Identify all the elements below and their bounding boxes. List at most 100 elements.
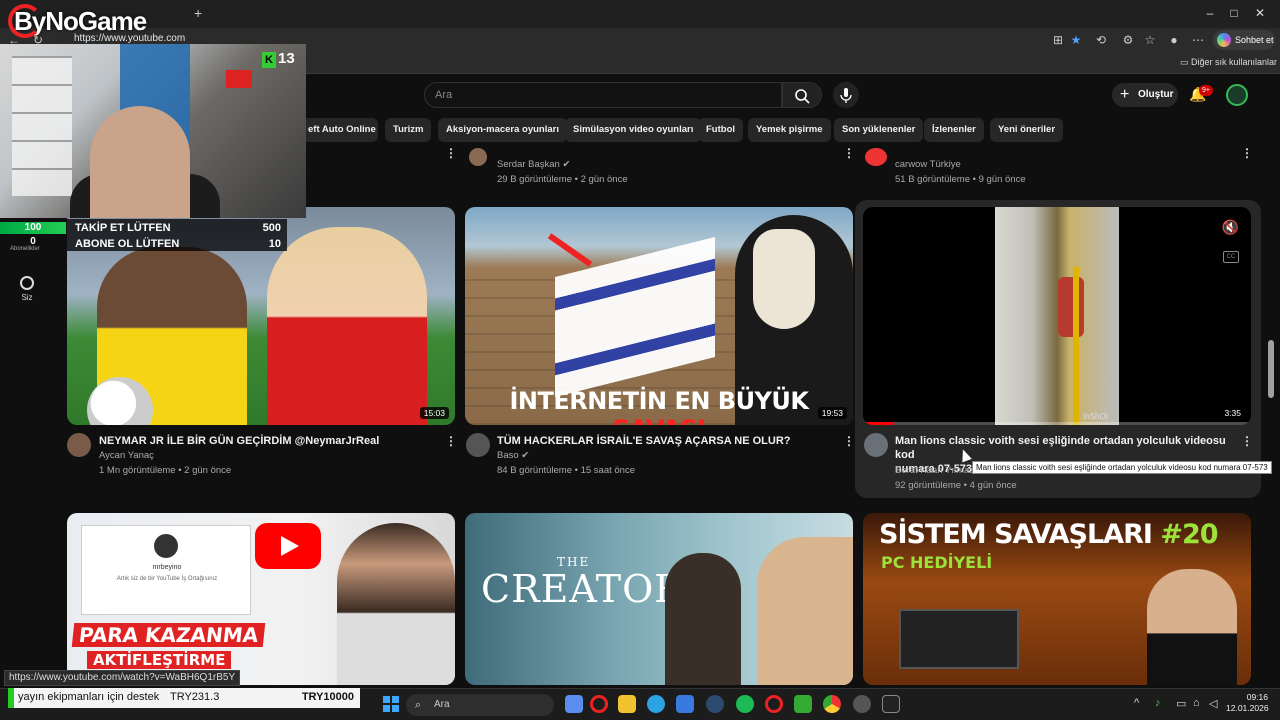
extensions-icon[interactable]: ⟲	[1093, 32, 1109, 48]
video-title[interactable]: NEYMAR JR İLE BİR GÜN GEÇİRDİM @NeymarJr…	[99, 434, 439, 448]
tray-chevron-icon[interactable]: ^	[1134, 697, 1139, 709]
channel-avatar[interactable]	[469, 148, 487, 166]
task-view-icon[interactable]	[565, 695, 583, 713]
preview-progress-fill	[863, 422, 895, 425]
score-overlay: 100 0	[0, 222, 66, 247]
taskbar-search[interactable]: ⌕ Ara	[406, 694, 554, 716]
caption-red: SAVAŞI	[613, 415, 706, 425]
create-button[interactable]: + Oluştur	[1112, 83, 1178, 107]
donation-current: TRY231.3	[170, 691, 220, 703]
close-icon[interactable]: ✕	[1250, 6, 1270, 20]
microphone-icon	[840, 88, 852, 103]
minimize-icon[interactable]: –	[1200, 6, 1220, 20]
edge-icon[interactable]	[647, 695, 665, 713]
sidebar-item-you[interactable]: Siz	[14, 276, 40, 302]
channel-avatar[interactable]	[864, 433, 888, 457]
channel-avatar[interactable]	[67, 433, 91, 457]
settings-icon[interactable]: ⚙	[1120, 32, 1136, 48]
chrome-icon[interactable]	[823, 695, 841, 713]
preview-progress-bar[interactable]	[863, 422, 1251, 425]
scrollbar-thumb[interactable]	[1268, 340, 1274, 398]
chip[interactable]: Aksiyon-macera oyunları	[438, 118, 567, 142]
channel-avatar[interactable]	[865, 148, 887, 166]
pc-image	[899, 609, 1019, 669]
channel-name[interactable]: Berat Kaan Yılmaz	[895, 465, 974, 476]
more-options-icon[interactable]: ⋮	[445, 434, 457, 448]
video-meta: 51 B görüntüleme • 9 gün önce	[895, 174, 1026, 185]
favorite-star-icon[interactable]: ★	[1068, 32, 1084, 48]
more-options-icon[interactable]: ⋮	[843, 434, 855, 448]
video-title[interactable]: TÜM HACKERLAR İSRAİL'E SAVAŞ AÇARSA NE O…	[497, 434, 837, 448]
account-avatar[interactable]	[1226, 84, 1248, 106]
thumbnail-caption: AKTİFLEŞTİRME	[87, 651, 232, 669]
volume-icon[interactable]: ◁	[1209, 697, 1217, 710]
caption-number: #20	[1160, 519, 1218, 550]
more-options-icon[interactable]: ⋮	[1241, 146, 1253, 160]
tray-display-icon[interactable]: ▭	[1176, 697, 1186, 710]
video-thumbnail[interactable]: İNTERNETİN EN BÜYÜK SAVAŞI 19:53	[465, 207, 853, 425]
video-thumbnail[interactable]: TAKİP ET LÜTFEN 500 ABONE OL LÜTFEN 10 15:…	[67, 207, 455, 425]
clock[interactable]: 09:16 12.01.2026	[1226, 692, 1269, 714]
video-thumbnail[interactable]: THE CREATOR	[465, 513, 853, 685]
chip[interactable]: Simülasyon video oyunları	[565, 118, 702, 142]
video-thumbnail[interactable]: SİSTEM SAVAŞLARI #20 PC HEDİYELİ	[863, 513, 1251, 685]
settings-app-icon[interactable]	[853, 695, 871, 713]
shelf-image	[12, 56, 72, 196]
more-icon[interactable]: ⋯	[1190, 32, 1206, 48]
channel-name[interactable]: Aycan Yanaç	[99, 450, 154, 461]
video-title-line: Man lions classic voith sesi eşliğinde o…	[895, 435, 1226, 461]
chip[interactable]: Son yüklenenler	[834, 118, 924, 142]
sidebar-item-label: Siz	[21, 293, 33, 302]
translate-icon[interactable]: ⊞	[1050, 32, 1066, 48]
goal-value: 10	[268, 238, 281, 250]
copilot-icon	[1217, 33, 1231, 47]
taskbar-search-label: Ara	[434, 699, 450, 710]
maximize-icon[interactable]: □	[1224, 6, 1244, 20]
mute-icon[interactable]: 🔇	[1222, 219, 1239, 236]
thumbnail-avatar	[154, 534, 178, 558]
store-icon[interactable]	[676, 695, 694, 713]
chat-button[interactable]: Sohbet et	[1213, 30, 1275, 50]
chip[interactable]: İzlenenler	[924, 118, 984, 142]
other-favorites[interactable]: ▭ Diğer sık kullanılanlar	[1180, 57, 1277, 68]
chip[interactable]: eft Auto Online	[300, 118, 378, 142]
thumbnail-caption: CREATOR	[481, 567, 684, 611]
chip[interactable]: Futbol	[698, 118, 744, 142]
favorites-icon[interactable]: ☆	[1142, 32, 1158, 48]
chip[interactable]: Yemek pişirme	[748, 118, 831, 142]
file-explorer-icon[interactable]	[618, 695, 636, 713]
chat-label: Sohbet et	[1235, 35, 1274, 45]
windows-start-icon[interactable]	[383, 696, 399, 712]
new-tab-icon[interactable]: +	[194, 5, 202, 21]
video-preview-player[interactable]: 🔇 CC InShOt 3:35	[863, 207, 1251, 425]
search-icon	[795, 89, 810, 104]
chip[interactable]: Turizm	[385, 118, 432, 142]
network-icon[interactable]: ⌂	[1193, 697, 1200, 709]
channel-name[interactable]: carwow Türkiye	[895, 159, 961, 170]
opera-gx-icon[interactable]	[590, 695, 608, 713]
bus-pole-image	[1073, 267, 1079, 425]
streamer-face	[90, 106, 190, 218]
chip[interactable]: Yeni öneriler	[990, 118, 1064, 142]
steam-icon[interactable]	[706, 695, 724, 713]
more-options-icon[interactable]: ⋮	[445, 146, 457, 160]
profile-icon[interactable]: ●	[1166, 32, 1182, 48]
more-options-icon[interactable]: ⋮	[1241, 434, 1253, 448]
search-input[interactable]: Ara	[424, 82, 782, 108]
media-player-icon[interactable]	[794, 695, 812, 713]
tray-mic-icon[interactable]: ♪	[1155, 697, 1161, 709]
channel-avatar[interactable]	[466, 433, 490, 457]
video-thumbnail[interactable]: mrbeyino Artık siz de bir YouTube İş Ort…	[67, 513, 455, 685]
watermark: InShOt	[1083, 412, 1108, 421]
channel-name[interactable]: Baso ✔	[497, 450, 529, 461]
spotify-icon[interactable]	[736, 695, 754, 713]
video-meta: 29 B görüntüleme • 2 gün önce	[497, 174, 628, 185]
more-options-icon[interactable]: ⋮	[843, 146, 855, 160]
search-button[interactable]	[782, 82, 822, 108]
epic-games-icon[interactable]	[882, 695, 900, 713]
opera-icon[interactable]	[765, 695, 783, 713]
voice-search-button[interactable]	[833, 82, 859, 108]
captions-icon[interactable]: CC	[1223, 251, 1239, 263]
video-meta: 92 görüntüleme • 4 gün önce	[895, 480, 1017, 491]
channel-name[interactable]: Serdar Başkan ✔	[497, 159, 570, 170]
